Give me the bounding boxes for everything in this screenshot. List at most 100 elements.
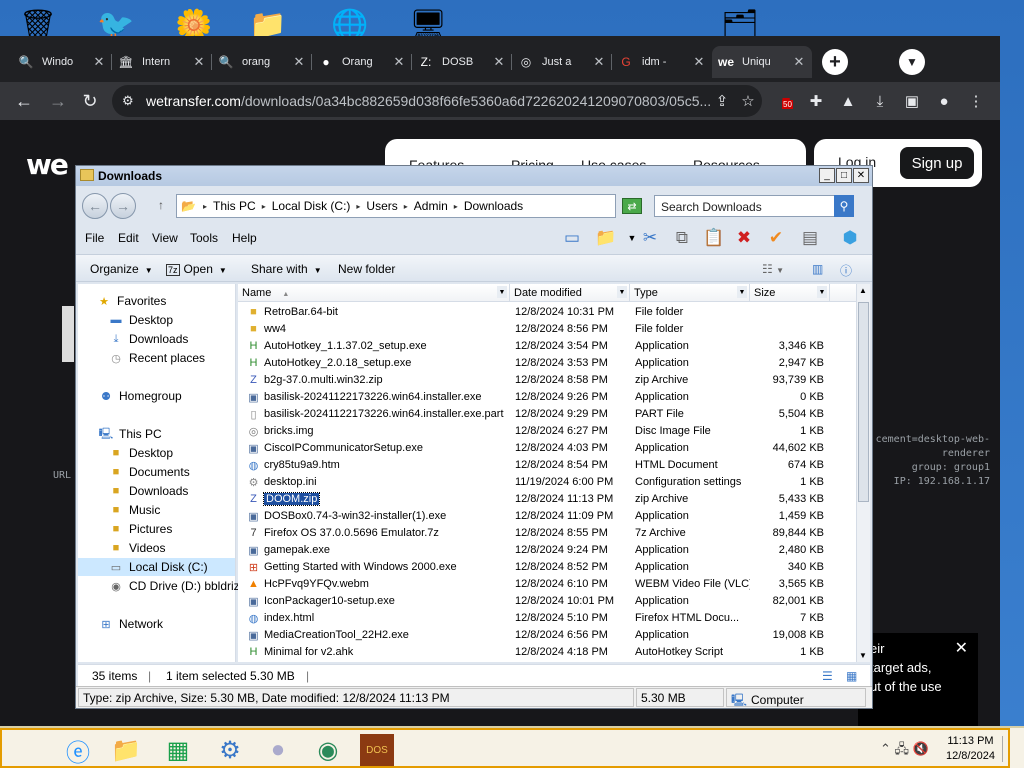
column-type[interactable]: Type ▼ [630, 284, 750, 302]
close-icon[interactable]: ✕ [792, 54, 806, 70]
scroll-up-icon[interactable]: ▲ [859, 286, 867, 295]
breadcrumb-admin[interactable]: Admin [414, 199, 448, 213]
tab-2[interactable]: 🔍 orang ✕ [212, 46, 312, 78]
system-tray[interactable]: ⌃ 🖧 🔇 [880, 740, 929, 762]
address-breadcrumb[interactable]: 📂 ▸ This PC ▸ Local Disk (C:) ▸ Users ▸ Adm… [176, 194, 710, 218]
breadcrumb-this-pc[interactable]: This PC [213, 199, 256, 213]
menu-icon[interactable]: ⋮ [966, 91, 986, 111]
table-row[interactable]: ⊞ Getting Started with Windows 2000.exe 12… [238, 559, 856, 576]
layout-icon[interactable]: ▭ [560, 226, 584, 250]
wetransfer-logo[interactable]: we [26, 148, 69, 181]
vertical-scrollbar[interactable]: ▲ ▼ [856, 284, 870, 662]
browser-icon[interactable]: ◉ [312, 734, 344, 766]
dosbox-icon[interactable]: DOS [360, 734, 394, 766]
nav-this-pc[interactable]: 🖳 This PC [98, 425, 162, 443]
globe-icon[interactable]: ⬢ [838, 226, 862, 250]
nav-recent-places[interactable]: ◷ Recent places [108, 349, 205, 367]
table-row[interactable]: ▣ DOSBox0.74-3-win32-installer(1).exe 12/8… [238, 508, 856, 525]
table-row[interactable]: ◍ index.html 12/8/2024 5:10 PM Firefox HTML… [238, 610, 856, 627]
close-icon[interactable]: ✕ [192, 54, 206, 70]
tab-0[interactable]: 🔍 Windo ✕ [12, 46, 112, 78]
large-icons-view-icon[interactable]: ▦ [846, 669, 857, 683]
tab-3[interactable]: ● Orang ✕ [312, 46, 412, 78]
table-row[interactable]: ■ RetroBar.64-bit 12/8/2024 10:31 PM File f… [238, 304, 856, 321]
preview-pane-icon[interactable]: ▥ [812, 262, 823, 276]
nav-cd-drive[interactable]: ◉ CD Drive (D:) bbldrizzy [108, 577, 252, 595]
breadcrumb-downloads[interactable]: Downloads [464, 199, 523, 213]
refresh-icon[interactable]: ⇄ [622, 198, 642, 214]
close-icon[interactable]: ✕ [392, 54, 406, 70]
table-row[interactable]: 7 Firefox OS 37.0.0.5696 Emulator.7z 12/8/… [238, 525, 856, 542]
signup-button[interactable]: Sign up [900, 147, 974, 179]
address-bar[interactable]: ⚙ wetransfer.com/downloads/0a34bc882659d… [112, 85, 762, 117]
nav-pc-pictures[interactable]: ■ Pictures [108, 520, 173, 538]
table-row[interactable]: ▣ IconPackager10-setup.exe 12/8/2024 10:01… [238, 593, 856, 610]
close-icon[interactable]: ✕ [592, 54, 606, 70]
table-row[interactable]: ⚙ desktop.ini 11/19/2024 6:00 PM Configurat… [238, 474, 856, 491]
table-row[interactable]: ▣ MediaCreationTool_22H2.exe 12/8/2024 6:5… [238, 627, 856, 644]
scroll-down-icon[interactable]: ▼ [859, 651, 867, 660]
up-arrow-icon[interactable]: ↑ [158, 198, 164, 212]
menu-file[interactable]: File [85, 231, 104, 245]
network-icon[interactable]: ⚙ [214, 734, 246, 766]
tab-7-active[interactable]: we Uniqu ✕ [712, 46, 812, 78]
extension-badge-icon[interactable]: ■50 [776, 91, 796, 111]
download-icon[interactable]: ⤓ [870, 91, 890, 111]
organize-button[interactable]: Organize ▼ [90, 262, 153, 276]
table-row[interactable]: ◎ bricks.img 12/8/2024 6:27 PM Disc Image F… [238, 423, 856, 440]
nav-pc-music[interactable]: ■ Music [108, 501, 161, 519]
nav-homegroup[interactable]: ⚉ Homegroup [98, 387, 182, 405]
nav-pc-desktop[interactable]: ■ Desktop [108, 444, 173, 462]
explorer-icon[interactable]: 📁 [110, 734, 142, 766]
close-icon[interactable]: ✕ [292, 54, 306, 70]
table-row[interactable]: Zb2g-37.0.multi.win32.zip 12/8/2024 8:58 … [238, 372, 856, 389]
tab-6[interactable]: Gidm - ✕ [612, 46, 712, 78]
table-row[interactable]: ▣ basilisk-20241122173226.win64.installer… [238, 389, 856, 406]
delete-icon[interactable]: ✖ [732, 226, 756, 250]
table-row[interactable]: ▲ HcPFvq9YFQv.webm 12/8/2024 6:10 PM WEBM V… [238, 576, 856, 593]
scroll-thumb[interactable] [858, 302, 869, 502]
search-icon[interactable]: ⚲ [834, 195, 854, 217]
chevron-down-icon[interactable]: ▼ [817, 286, 827, 298]
share-with-button[interactable]: Share with ▼ [251, 262, 322, 276]
close-icon[interactable]: ✕ [92, 54, 106, 70]
sidepanel-icon[interactable]: ▣ [902, 91, 922, 111]
table-row[interactable]: ◍ cry85tu9a9.htm 12/8/2024 8:54 PM HTML Doc… [238, 457, 856, 474]
close-icon[interactable]: ✕ [955, 639, 968, 658]
share-icon[interactable]: ⇪ [712, 91, 732, 111]
search-input[interactable]: Search Downloads [654, 195, 854, 217]
menu-tools[interactable]: Tools [190, 231, 218, 245]
new-folder-button[interactable]: New folder [338, 262, 395, 276]
breadcrumb-users[interactable]: Users [366, 199, 397, 213]
table-row[interactable]: ▣ gamepak.exe 12/8/2024 9:24 PM Application… [238, 542, 856, 559]
breadcrumb-local-disk[interactable]: Local Disk (C:) [272, 199, 351, 213]
close-button[interactable]: ✕ [853, 168, 869, 183]
paste-icon[interactable]: 📋 [702, 226, 726, 250]
back-icon[interactable]: ← [82, 193, 108, 219]
table-row[interactable]: Z DOOM.zip 12/8/2024 11:13 PM zip Archive 5,… [238, 491, 856, 508]
properties-icon[interactable]: ▤ [798, 226, 822, 250]
site-info-icon[interactable]: ⚙ [122, 93, 134, 109]
nav-network[interactable]: ⊞ Network [98, 615, 163, 633]
nav-pc-documents[interactable]: ■ Documents [108, 463, 190, 481]
forward-icon[interactable]: → [46, 89, 70, 113]
maximize-button[interactable]: □ [836, 168, 852, 183]
bookmark-star-icon[interactable]: ☆ [738, 91, 758, 111]
back-icon[interactable]: ← [12, 89, 36, 113]
table-row[interactable]: ▯ basilisk-20241122173226.win64.installer… [238, 406, 856, 423]
minimize-button[interactable]: _ [819, 168, 835, 183]
show-desktop-button[interactable] [1002, 736, 1008, 762]
open-button[interactable]: 7z Open ▼ [166, 262, 227, 276]
chevron-up-icon[interactable]: ⌃ [880, 741, 891, 756]
nav-favorites[interactable]: ★ Favorites [96, 292, 166, 310]
tab-1[interactable]: 🏛 Intern ✕ [112, 46, 212, 78]
puzzle-icon[interactable]: ✚ [806, 91, 826, 111]
store-icon[interactable]: ▦ [162, 734, 194, 766]
table-row[interactable]: H AutoHotkey_1.1.37.02_setup.exe 12/8/2024… [238, 338, 856, 355]
clock[interactable]: 11:13 PM 12/8/2024 [946, 734, 995, 764]
new-tab-button[interactable]: + [822, 49, 848, 75]
view-options-icon[interactable]: ☷ ▼ [762, 262, 784, 276]
profile-icon[interactable]: ● [934, 91, 954, 111]
nav-local-disk[interactable]: ▭ Local Disk (C:) [78, 558, 235, 576]
menu-view[interactable]: View [152, 231, 178, 245]
